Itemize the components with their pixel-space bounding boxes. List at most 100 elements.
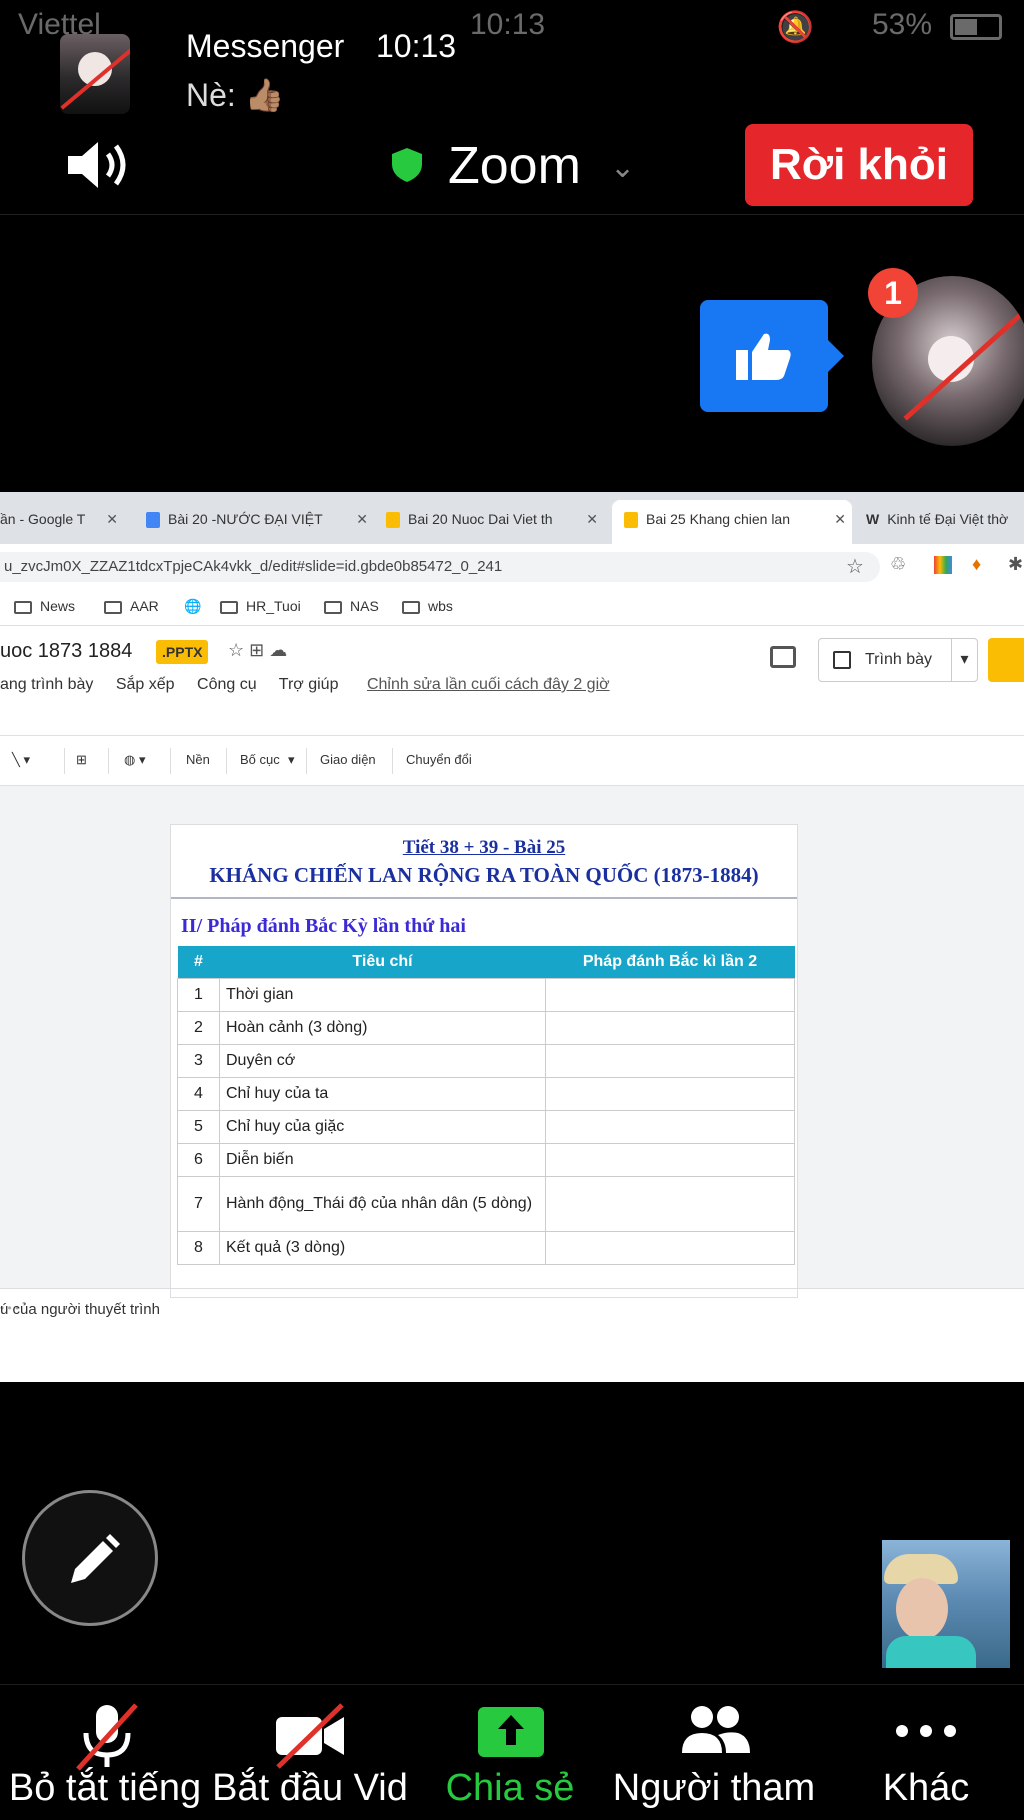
share-label: Chia sẻ <box>445 1767 575 1809</box>
shared-screen: ần - Google T ✕ Bài 20 -NƯỚC ĐẠI VIỆT ✕ Ba… <box>0 492 1024 1382</box>
bookmarks-bar: News AAR 🌐 HR_Tuoi NAS wbs <box>0 588 1024 626</box>
slide-section-heading: II/ Pháp đánh Bắc Kỳ lần thứ hai <box>181 915 466 937</box>
bookmark-item[interactable]: News <box>14 598 75 614</box>
chevron-down-icon: ⌄ <box>610 151 636 184</box>
slide-lesson-line: Tiết 38 + 39 - Bài 25 <box>402 837 566 858</box>
toolbar-transition[interactable]: Chuyển đổi <box>406 752 472 767</box>
muted-bell-icon: 🔕 <box>776 11 814 44</box>
share-lock-button[interactable] <box>988 638 1024 682</box>
start-video-button[interactable]: Bắt đầu Vid <box>210 1685 410 1820</box>
toolbar-theme[interactable]: Giao diện <box>320 752 376 767</box>
tab-label: Bài 20 -NƯỚC ĐẠI VIỆT <box>168 511 323 527</box>
extension-icon[interactable]: ♲ <box>890 554 906 575</box>
slide[interactable]: Tiết 38 + 39 - Bài 25 KHÁNG CHIẾN LAN RỘ… <box>170 824 798 1298</box>
menu-slideshow[interactable]: ang trình bày <box>0 676 93 693</box>
annotate-button[interactable] <box>22 1490 158 1626</box>
tab-label: Bai 25 Khang chien lan <box>646 511 790 527</box>
url-field[interactable]: u_zvcJm0X_ZZAZ1tdcxTpjeCAk4vkk_d/edit#sl… <box>0 552 880 582</box>
participants-button[interactable]: Người tham <box>606 1685 822 1820</box>
thumbs-up-icon <box>736 333 791 380</box>
menu-help[interactable]: Trợ giúp <box>279 676 339 693</box>
header-divider <box>0 214 1024 215</box>
slides-icon <box>386 512 400 529</box>
table-row: 8 Kết quả (3 dòng) <box>177 1230 795 1265</box>
more-button[interactable]: Khác <box>846 1685 1006 1820</box>
toolbar-layout[interactable]: Bố cục <box>240 752 280 767</box>
share-button[interactable]: Chia sẻ <box>430 1685 590 1820</box>
document-title[interactable]: uoc 1873 1884 <box>0 640 132 663</box>
close-icon[interactable]: ✕ <box>106 500 118 538</box>
menu-bar: ang trình bày Sắp xếp Công cụ Trợ giúp C… <box>0 676 628 694</box>
participants-label: Người tham <box>612 1767 816 1809</box>
last-edit-link[interactable]: Chỉnh sửa lần cuối cách đây 2 giờ <box>367 676 610 693</box>
meeting-controls: Bỏ tắt tiếng Bắt đầu Vid Chia sẻ Người t… <box>0 1684 1024 1820</box>
table-row: 1 Thời gian <box>177 977 795 1012</box>
paint-format-icon[interactable]: ◍ ▾ <box>124 752 145 768</box>
more-dots-icon <box>896 1725 956 1737</box>
browser-tab[interactable]: Bài 20 -NƯỚC ĐẠI VIỆT ✕ <box>146 500 374 544</box>
start-video-label: Bắt đầu Vid <box>212 1767 408 1809</box>
pencil-icon <box>71 1534 120 1583</box>
docs-icon <box>146 512 160 529</box>
tab-label: ần - Google T <box>0 511 86 527</box>
battery-icon <box>950 14 1002 40</box>
globe-icon: 🌐 <box>184 598 202 614</box>
tab-label: Kinh tế Đại Việt thờ <box>887 511 1009 527</box>
slides-toolbar: ╲ ▾ ⊞ ◍ ▾ Nền Bố cục ▾ Giao diện Chuyển … <box>0 736 1024 786</box>
comment-add-icon[interactable]: ⊞ <box>76 752 87 768</box>
self-video-thumbnail[interactable] <box>882 1540 1010 1668</box>
chevron-down-icon[interactable]: ▾ <box>951 639 977 681</box>
notification-time: 10:13 <box>376 28 457 64</box>
browser-tab-active[interactable]: Bai 25 Khang chien lan ✕ <box>612 500 852 544</box>
browser-tab[interactable]: Bai 20 Nuoc Dai Viet th ✕ <box>386 500 604 544</box>
tab-label: Bai 20 Nuoc Dai Viet th <box>408 511 553 527</box>
bookmark-item[interactable]: wbs <box>402 598 453 614</box>
table-row: 7 Hành động_Thái độ của nhân dân (5 dòng) <box>177 1175 795 1232</box>
bookmark-item[interactable]: AAR <box>104 598 159 614</box>
slide-canvas: Tiết 38 + 39 - Bài 25 KHÁNG CHIẾN LAN RỘ… <box>0 786 1024 1298</box>
slides-header: uoc 1873 1884 .PPTX ☆ ⊞ ☁ ang trình bày … <box>0 626 1024 736</box>
extension-icon[interactable] <box>934 556 952 574</box>
comment-icon[interactable] <box>770 646 796 668</box>
table-row: 5 Chỉ huy của giặc <box>177 1109 795 1144</box>
menu-arrange[interactable]: Sắp xếp <box>116 676 175 693</box>
notification-app: Messenger <box>186 28 345 64</box>
folder-icon <box>104 600 122 614</box>
wikipedia-icon: W <box>866 511 880 527</box>
menu-tools[interactable]: Công cụ <box>197 676 257 693</box>
table-row: 2 Hoàn cảnh (3 dòng) <box>177 1010 795 1045</box>
bookmark-star-icon[interactable]: ☆ <box>846 554 864 579</box>
folder-icon <box>14 600 32 614</box>
line-tool-icon[interactable]: ╲ ▾ <box>12 752 30 768</box>
browser-tab[interactable]: ần - Google T ✕ <box>0 500 124 544</box>
speaker-icon[interactable] <box>64 138 134 192</box>
address-bar: u_zvcJm0X_ZZAZ1tdcxTpjeCAk4vkk_d/edit#sl… <box>0 544 1024 588</box>
unmute-button[interactable]: Bỏ tắt tiếng <box>0 1685 210 1820</box>
star-icon[interactable]: ☆ ⊞ ☁ <box>228 640 287 661</box>
video-off-icon <box>276 1703 344 1769</box>
browser-tab-strip: ần - Google T ✕ Bài 20 -NƯỚC ĐẠI VIỆT ✕ Ba… <box>0 492 1024 544</box>
chevron-down-icon[interactable]: ▾ <box>288 752 295 768</box>
speaker-notes[interactable]: • • • ú của người thuyết trình <box>0 1288 1024 1382</box>
table-header: Pháp đánh Bắc kì lần 2 <box>545 946 795 978</box>
puzzle-icon[interactable]: ✱ <box>1008 554 1023 575</box>
like-reaction-bubble <box>700 300 844 412</box>
toolbar-background[interactable]: Nền <box>186 752 210 767</box>
present-button[interactable]: Trình bày ▾ <box>818 638 978 682</box>
bookmark-item[interactable]: HR_Tuoi <box>220 598 301 614</box>
notification-avatar <box>60 34 130 114</box>
table-row: 4 Chỉ huy của ta <box>177 1076 795 1111</box>
notification-message: Nè: 👍🏽 <box>186 77 285 113</box>
bookmark-item[interactable]: 🌐 <box>184 598 213 615</box>
leave-button[interactable]: Rời khỏi <box>745 124 973 206</box>
close-icon[interactable]: ✕ <box>834 500 846 538</box>
bookmark-item[interactable]: NAS <box>324 598 379 614</box>
browser-tab[interactable]: W Kinh tế Đại Việt thờ <box>866 500 1024 544</box>
close-icon[interactable]: ✕ <box>586 500 598 538</box>
unmute-label: Bỏ tắt tiếng <box>8 1767 202 1809</box>
slide-title: KHÁNG CHIẾN LAN RỘNG RA TOÀN QUỐC (1873-… <box>209 863 759 887</box>
table-row: 3 Duyên cớ <box>177 1043 795 1078</box>
table-row: 6 Diễn biến <box>177 1142 795 1177</box>
extension-icon[interactable]: ♦ <box>972 554 981 575</box>
close-icon[interactable]: ✕ <box>356 500 368 538</box>
